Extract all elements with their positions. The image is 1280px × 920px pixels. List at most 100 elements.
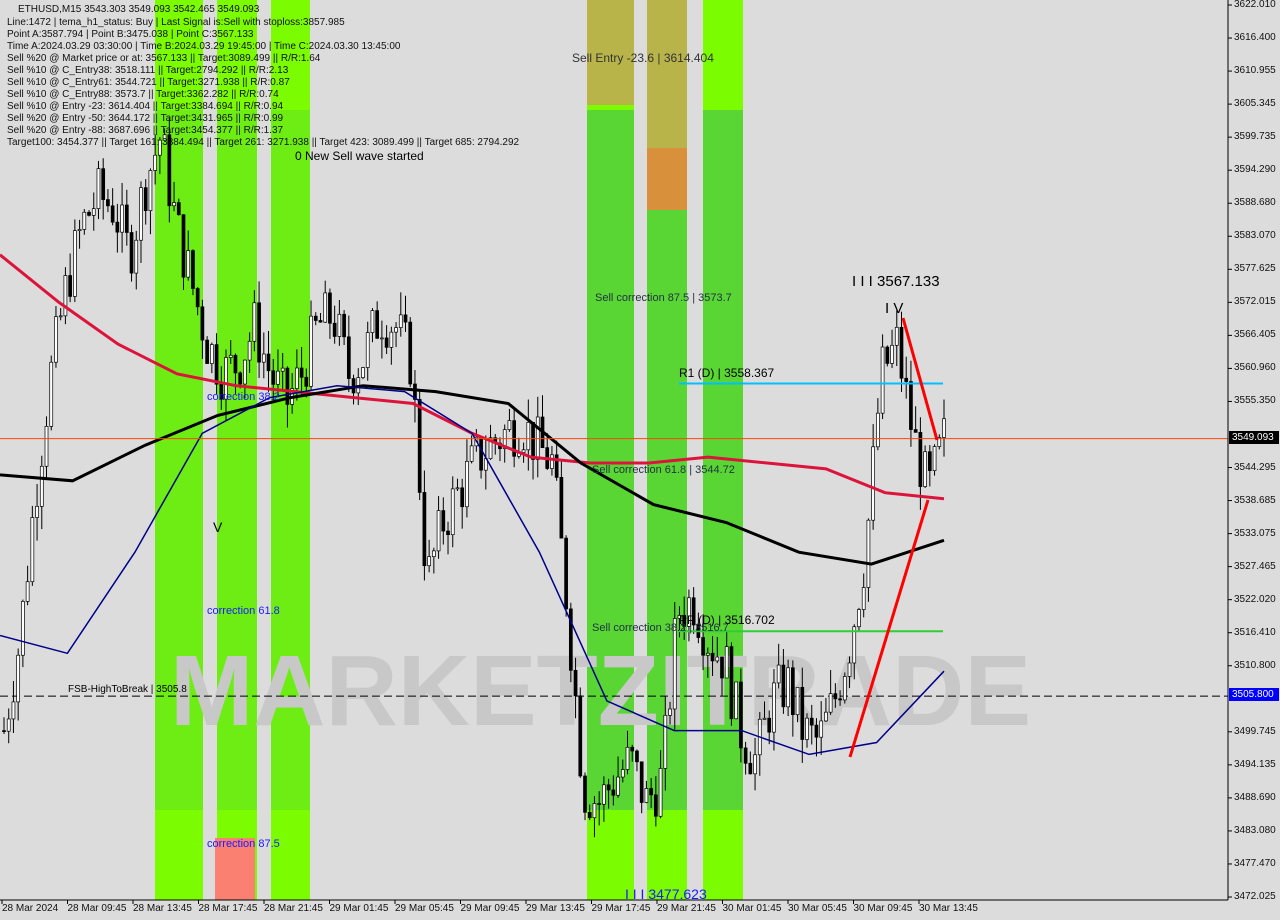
candle	[479, 436, 483, 471]
candle	[635, 750, 639, 763]
candle	[209, 344, 214, 364]
x-tick-label: 28 Mar 17:45	[198, 903, 258, 914]
candle	[91, 208, 96, 216]
candle	[238, 372, 243, 385]
candle	[819, 720, 824, 738]
candle	[630, 746, 635, 752]
candle	[417, 399, 422, 493]
candle	[564, 537, 568, 610]
candle	[30, 517, 35, 583]
candle	[129, 232, 134, 274]
candle	[620, 769, 625, 778]
candle	[658, 768, 663, 817]
candle	[375, 310, 380, 339]
candle	[120, 204, 124, 233]
candle	[748, 762, 753, 775]
correction-382: correction 38.2	[207, 391, 280, 403]
candle	[115, 221, 120, 233]
candle	[73, 230, 77, 297]
y-tick-label: 3510.800	[1234, 659, 1276, 671]
x-tick-label: 28 Mar 21:45	[264, 903, 323, 914]
candle	[644, 788, 649, 803]
candle	[77, 229, 82, 232]
y-tick-label: 3527.465	[1234, 560, 1276, 572]
candle	[63, 275, 68, 317]
candle	[271, 370, 276, 385]
candle	[214, 344, 219, 385]
candle	[280, 367, 285, 372]
y-tick-label: 3599.735	[1234, 131, 1276, 143]
candle	[16, 654, 21, 703]
y-tick-label: 3622.010	[1234, 0, 1276, 10]
x-tick-label: 29 Mar 09:45	[460, 903, 520, 914]
candle	[942, 418, 946, 438]
y-tick-label: 3566.405	[1234, 329, 1276, 341]
y-tick-label: 3544.295	[1234, 461, 1276, 473]
candle	[6, 718, 11, 732]
r1-label: R1 (D) | 3558.367	[679, 366, 775, 380]
candle	[44, 425, 49, 467]
candle	[139, 187, 143, 241]
x-tick-label: 28 Mar 2024	[2, 903, 59, 914]
candle	[460, 487, 465, 508]
candle	[243, 359, 247, 385]
entry-zone	[647, 148, 687, 210]
candle	[663, 714, 668, 769]
candle	[261, 353, 266, 363]
candle	[559, 477, 564, 539]
candle	[639, 761, 644, 803]
candle	[587, 811, 592, 819]
candle	[2, 730, 6, 732]
candle	[762, 717, 767, 720]
sell-correction-618: Sell correction 61.8 | 3544.72	[592, 464, 735, 476]
candle	[101, 168, 106, 200]
candle	[805, 717, 809, 740]
candle	[318, 320, 323, 323]
y-tick-label: 3594.290	[1234, 164, 1276, 176]
candle	[885, 346, 890, 364]
candle	[720, 656, 724, 679]
y-tick-label: 3605.345	[1234, 98, 1276, 110]
y-tick-label: 3560.960	[1234, 362, 1276, 374]
candle	[724, 646, 729, 679]
candle	[880, 346, 885, 414]
candle	[918, 432, 923, 487]
candle	[431, 550, 436, 557]
candle	[857, 609, 861, 628]
candle	[913, 429, 918, 433]
candle	[894, 326, 899, 346]
y-tick-label: 3522.020	[1234, 593, 1276, 605]
y-tick-label: 3477.470	[1234, 857, 1276, 869]
x-tick-label: 30 Mar 09:45	[853, 903, 913, 914]
candle	[143, 187, 148, 211]
candle	[611, 789, 616, 796]
info-line: Sell %20 @ Entry -88: 3687.696 || Target…	[7, 125, 284, 136]
candle	[11, 701, 16, 720]
x-tick-label: 30 Mar 01:45	[722, 903, 782, 914]
candle	[181, 214, 186, 278]
candle	[25, 581, 30, 602]
candle	[82, 211, 87, 230]
candle	[134, 239, 139, 274]
candle	[186, 250, 191, 278]
correction-618: correction 61.8	[207, 605, 280, 617]
y-tick-label: 3488.690	[1234, 791, 1276, 803]
candle	[21, 601, 25, 656]
candle	[233, 354, 238, 374]
pp-label: PP (D) | 3516.702	[679, 613, 775, 627]
info-line: Time A:2024.03.29 03:30:00 | Time B:2024…	[7, 41, 401, 52]
candle	[361, 367, 365, 379]
candle	[909, 381, 913, 430]
candle	[767, 717, 772, 733]
candle	[668, 708, 672, 716]
wave-4-label: I V	[885, 300, 904, 317]
candle	[871, 446, 875, 521]
candle	[838, 698, 842, 701]
candle	[346, 336, 351, 379]
info-line: Sell %10 @ C_Entry88: 3573.7 || Target:3…	[7, 89, 279, 100]
candle	[795, 687, 800, 716]
candle	[729, 646, 734, 720]
chart-header: ETHUSD,M15 3543.303 3549.093 3542.465 35…	[18, 4, 260, 15]
candle	[427, 556, 431, 567]
candle	[332, 322, 337, 337]
